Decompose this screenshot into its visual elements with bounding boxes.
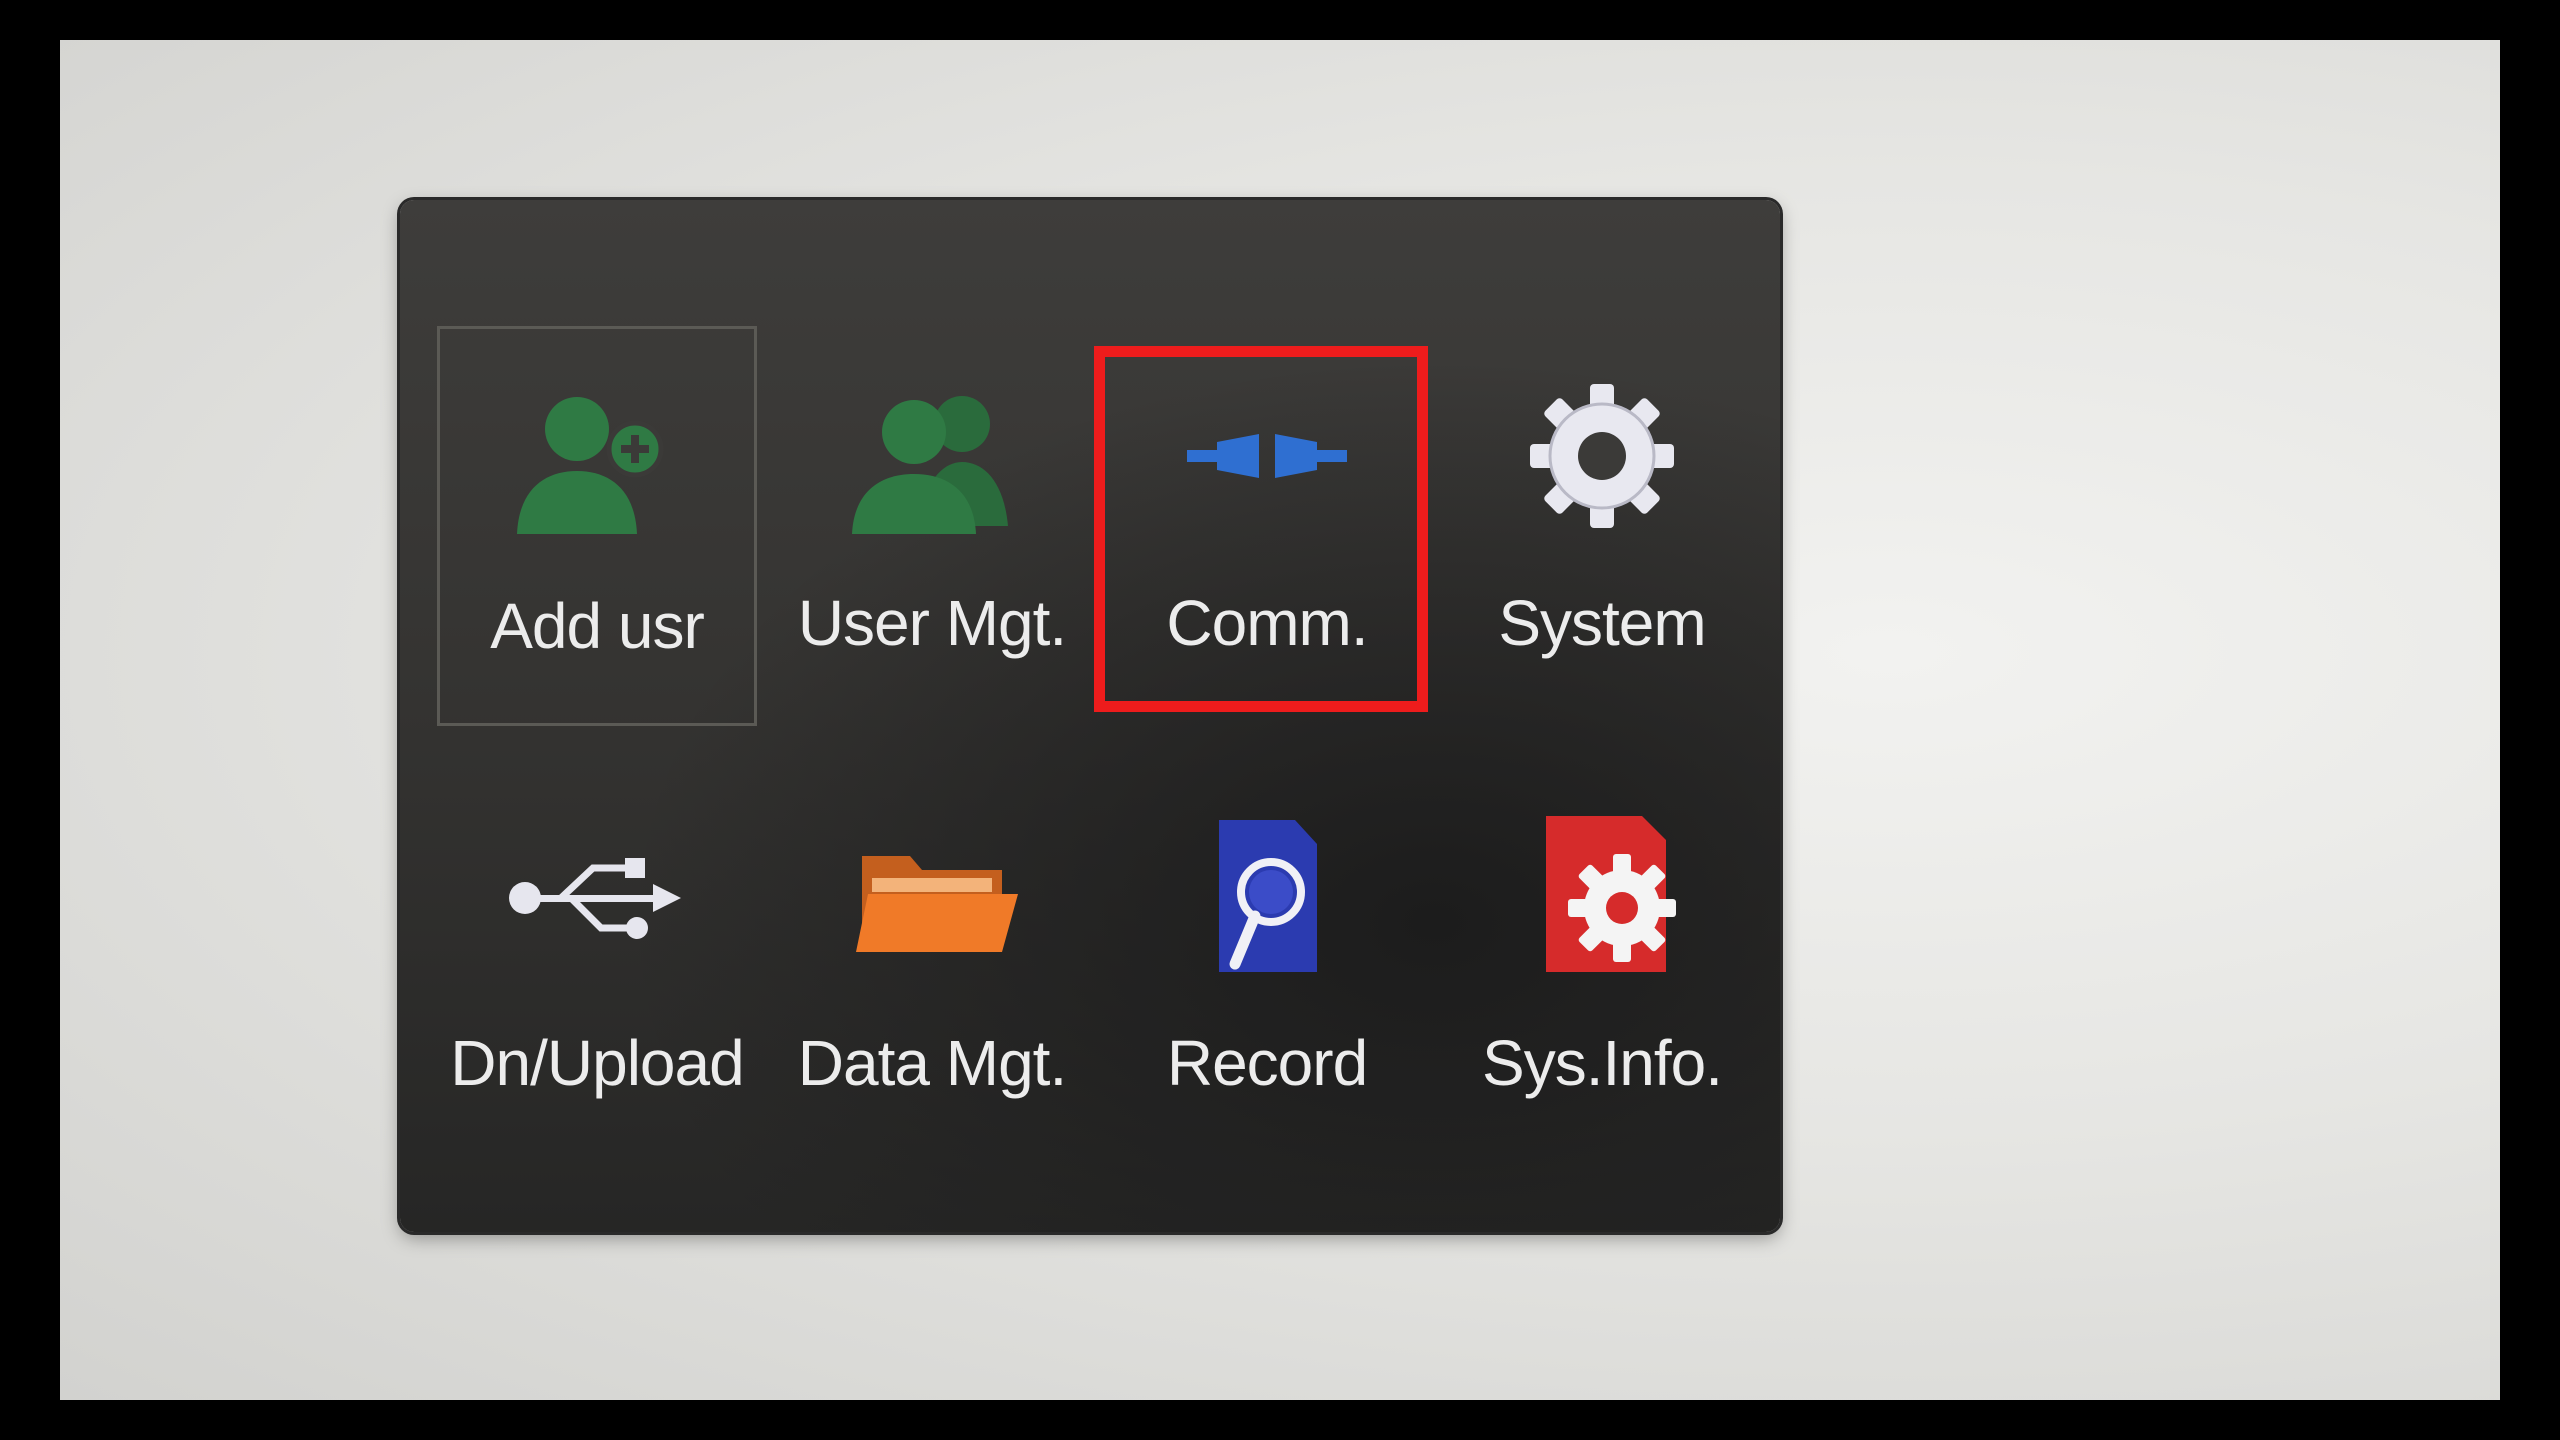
menu-item-label: Add usr: [490, 590, 705, 662]
menu-item-download-upload[interactable]: Dn/Upload: [437, 766, 757, 1166]
system-info-icon: [1502, 816, 1702, 976]
menu-item-record[interactable]: Record: [1107, 766, 1427, 1166]
menu-item-label: Data Mgt.: [797, 1027, 1067, 1099]
device-screen: Add usr User Mgt. Comm. System Dn/Upload…: [400, 200, 1780, 1232]
users-icon: [832, 376, 1032, 536]
menu-item-label: System: [1498, 587, 1706, 659]
menu-item-system-info[interactable]: Sys.Info.: [1442, 766, 1762, 1166]
menu-item-user-management[interactable]: User Mgt.: [772, 326, 1092, 726]
menu-item-label: Record: [1166, 1027, 1368, 1099]
menu-item-communication[interactable]: Comm.: [1107, 326, 1427, 726]
menu-item-label: User Mgt.: [797, 587, 1067, 659]
record-search-icon: [1167, 816, 1367, 976]
network-plug-icon: [1167, 376, 1367, 536]
menu-item-data-management[interactable]: Data Mgt.: [772, 766, 1092, 1166]
usb-icon: [497, 816, 697, 976]
menu-item-label: Sys.Info.: [1482, 1027, 1723, 1099]
menu-item-add-user[interactable]: Add usr: [437, 326, 757, 726]
menu-item-label: Dn/Upload: [450, 1027, 744, 1099]
folder-icon: [832, 816, 1032, 976]
gear-icon: [1502, 376, 1702, 536]
menu-item-label: Comm.: [1166, 587, 1368, 659]
menu-item-system[interactable]: System: [1442, 326, 1762, 726]
add-user-icon: [497, 379, 697, 539]
